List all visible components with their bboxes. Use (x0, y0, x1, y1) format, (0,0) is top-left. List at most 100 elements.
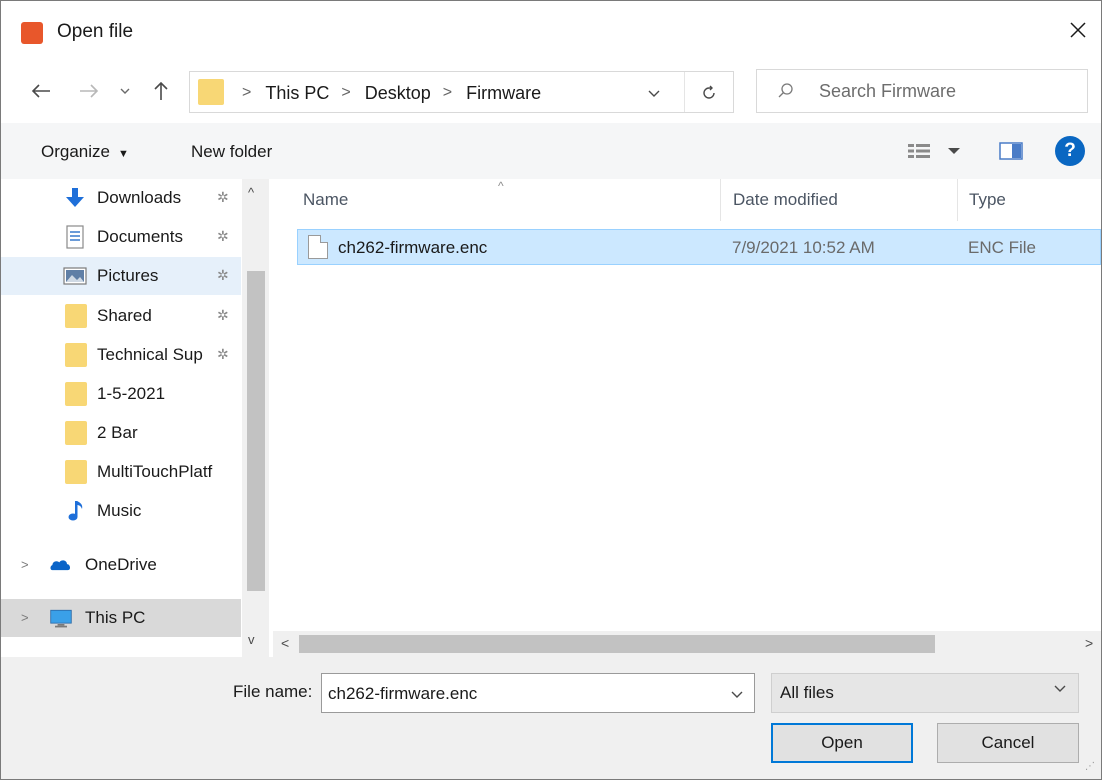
scrollbar-thumb[interactable] (247, 271, 265, 591)
sidebar-item-label: This PC (85, 608, 146, 627)
navigation-pane: Downloads ✲ Documents ✲ Pictures ✲ Share… (1, 179, 269, 657)
breadcrumb-separator: > (442, 84, 453, 101)
preview-pane-button[interactable] (996, 139, 1026, 163)
search-box[interactable] (756, 69, 1088, 113)
dialog-footer: File name: All files Open Cancel ⋰ (1, 657, 1101, 779)
breadcrumb: > This PC > Desktop > Firmware (230, 81, 541, 105)
file-name-input[interactable] (328, 682, 718, 706)
pin-icon: ✲ (217, 189, 229, 205)
new-folder-button[interactable]: New folder (191, 142, 272, 162)
cancel-button[interactable]: Cancel (937, 723, 1079, 763)
music-note-icon (68, 501, 83, 521)
column-divider[interactable] (957, 179, 958, 221)
close-button[interactable] (1055, 7, 1101, 53)
cloud-icon (50, 560, 71, 571)
address-bar[interactable]: > This PC > Desktop > Firmware (189, 71, 734, 113)
window-title: Open file (57, 21, 134, 42)
sidebar-item-multitouchplatform[interactable]: MultiTouchPlatf (1, 453, 241, 491)
pin-icon: ✲ (217, 346, 229, 362)
scroll-right-icon[interactable]: > (1085, 635, 1093, 651)
chevron-down-icon (1054, 685, 1066, 692)
column-header-name[interactable]: Name (303, 179, 713, 221)
scroll-left-icon[interactable]: < (281, 635, 289, 651)
breadcrumb-desktop[interactable]: Desktop (365, 83, 431, 104)
sidebar-item-1-5-2021[interactable]: 1-5-2021 (1, 375, 241, 413)
change-view-button[interactable] (904, 139, 964, 163)
breadcrumb-separator: > (341, 84, 351, 101)
pin-icon: ✲ (217, 307, 229, 323)
command-toolbar: Organize ▼ New folder ? (1, 123, 1101, 179)
breadcrumb-firmware[interactable]: Firmware (466, 83, 541, 104)
forward-button[interactable] (75, 77, 103, 105)
pictures-icon (63, 267, 87, 285)
folder-icon (65, 304, 87, 328)
sidebar-item-2-bar[interactable]: 2 Bar (1, 414, 241, 452)
sidebar-item-label: Downloads (97, 188, 182, 207)
search-icon (778, 83, 793, 98)
chevron-down-icon (120, 88, 130, 94)
back-arrow-icon (31, 84, 50, 98)
address-history-dropdown[interactable] (642, 80, 666, 106)
file-date-modified: 7/9/2021 10:52 AM (732, 238, 875, 257)
scrollbar-thumb[interactable] (299, 635, 935, 653)
sidebar-item-shared[interactable]: Shared ✲ (1, 297, 241, 335)
file-name: ch262-firmware.enc (338, 238, 488, 257)
app-icon (21, 22, 43, 44)
caret-down-icon: ▼ (117, 148, 129, 160)
scroll-down-icon[interactable]: v (248, 632, 255, 647)
column-header-date-modified[interactable]: Date modified (733, 179, 953, 221)
folder-icon (65, 343, 87, 367)
sidebar-item-onedrive[interactable]: > OneDrive (1, 546, 241, 584)
sidebar-item-label: 1-5-2021 (97, 384, 166, 403)
folder-icon (65, 382, 87, 406)
open-button[interactable]: Open (771, 723, 913, 763)
refresh-button[interactable] (692, 79, 726, 107)
chevron-down-icon (648, 90, 660, 97)
recent-locations-button[interactable] (115, 77, 135, 105)
column-header-label: Date modified (733, 190, 838, 209)
close-icon (1070, 22, 1086, 38)
search-input[interactable] (819, 78, 1079, 104)
expand-chevron-icon[interactable]: > (21, 557, 29, 572)
help-button[interactable]: ? (1055, 136, 1085, 166)
sidebar-item-label: 2 Bar (97, 423, 138, 442)
pin-icon: ✲ (217, 228, 229, 244)
forward-arrow-icon (80, 84, 99, 98)
column-divider[interactable] (720, 179, 721, 221)
table-row[interactable]: ch262-firmware.enc 7/9/2021 10:52 AM ENC… (297, 229, 1101, 265)
file-type: ENC File (968, 238, 1037, 257)
file-type-select[interactable]: All files (771, 673, 1079, 713)
sidebar-item-label: Documents (97, 227, 183, 246)
column-header-type[interactable]: Type (969, 179, 1089, 221)
resize-grip-icon[interactable]: ⋰ (1085, 761, 1095, 772)
sidebar-item-pictures[interactable]: Pictures ✲ (1, 257, 241, 295)
expand-chevron-icon[interactable]: > (21, 610, 29, 625)
sort-ascending-icon: ^ (498, 179, 504, 193)
sidebar-item-label: MultiTouchPlatf (97, 462, 213, 481)
sidebar-item-label: Pictures (97, 266, 159, 285)
organize-button[interactable]: Organize ▼ (41, 142, 129, 162)
navigation-scrollbar[interactable]: ^ v (242, 179, 269, 657)
computer-icon (50, 609, 72, 628)
horizontal-scrollbar[interactable]: < > (273, 631, 1101, 657)
sidebar-item-this-pc[interactable]: > This PC (1, 599, 241, 637)
sidebar-item-music[interactable]: Music (1, 492, 241, 530)
sidebar-item-label: Technical Sup (97, 345, 203, 364)
back-button[interactable] (27, 77, 55, 105)
file-name-dropdown[interactable] (726, 684, 748, 704)
refresh-icon (703, 85, 715, 99)
open-file-dialog: Open file > This PC > Desktop > Firmware… (0, 0, 1102, 780)
sidebar-item-downloads[interactable]: Downloads ✲ (1, 179, 241, 217)
sidebar-item-documents[interactable]: Documents ✲ (1, 218, 241, 256)
file-name-combobox[interactable] (321, 673, 755, 713)
sidebar-item-label: Music (97, 501, 142, 520)
scroll-up-icon[interactable]: ^ (248, 185, 254, 200)
file-type-value: All files (780, 683, 834, 702)
sidebar-item-technical-support[interactable]: Technical Sup ✲ (1, 336, 241, 374)
up-button[interactable] (147, 77, 175, 105)
breadcrumb-this-pc[interactable]: This PC (265, 83, 329, 104)
folder-icon (198, 79, 224, 105)
chevron-down-icon (731, 691, 743, 698)
address-divider (684, 72, 685, 112)
organize-label: Organize (41, 142, 110, 161)
